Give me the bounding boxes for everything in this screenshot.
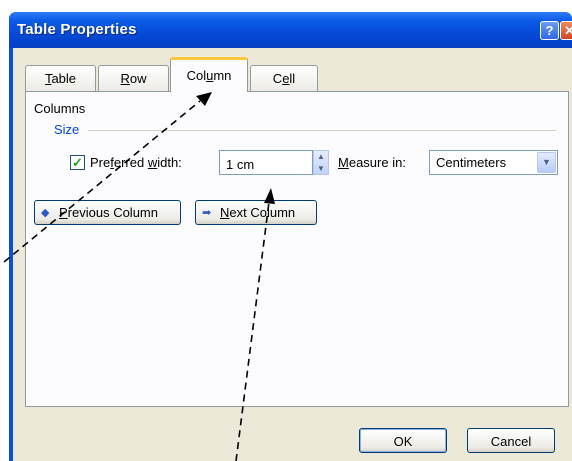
annotation-arrows: [3, 92, 275, 461]
annotation-arrow-to-column-tab: [3, 100, 201, 263]
arrowhead-icon: [196, 92, 212, 106]
annotation-arrow-to-width-input: [235, 201, 270, 461]
arrowhead-icon: [264, 188, 275, 204]
